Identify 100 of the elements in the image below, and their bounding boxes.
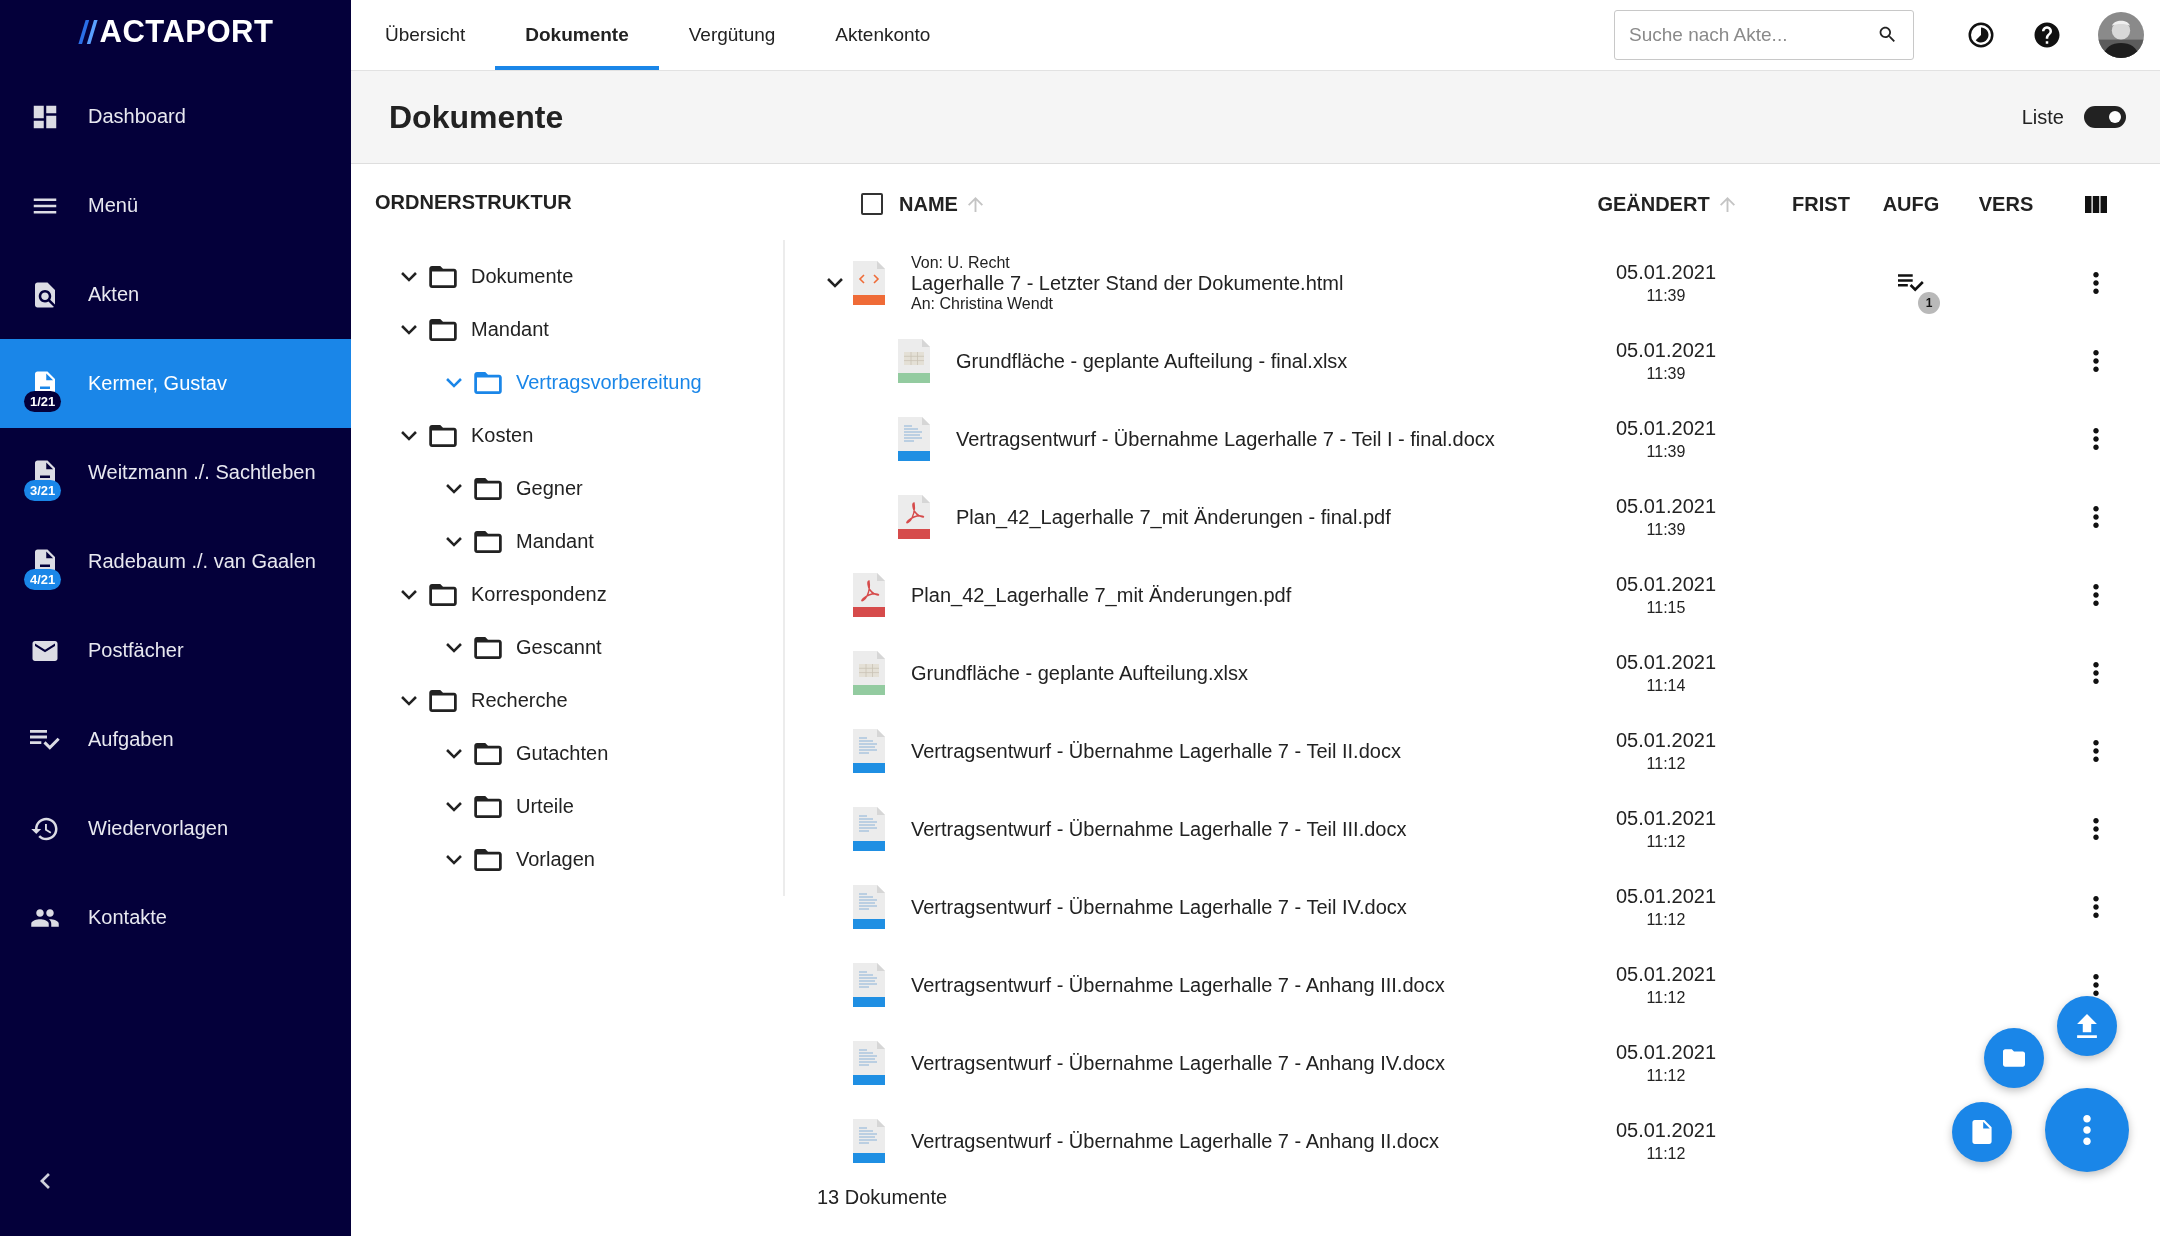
folder-icon (474, 742, 502, 765)
more-button[interactable] (2093, 272, 2099, 294)
file-name[interactable]: Vertragsentwurf - Übernahme Lagerhalle 7 - Teil IV.docx (911, 895, 1407, 919)
file-name[interactable]: Vertragsentwurf - Übernahme Lagerhalle 7 - Teil I - final.docx (956, 427, 1495, 451)
action-button[interactable] (2045, 1088, 2129, 1172)
file-name[interactable]: Grundfläche - geplante Aufteilung.xlsx (911, 661, 1248, 685)
section-heading: ORDNERSTRUKTUR (375, 189, 573, 215)
chevron-down-icon (401, 589, 417, 600)
file-name[interactable]: Vertragsentwurf - Übernahme Lagerhalle 7 - Teil II.docx (911, 739, 1401, 763)
sidebar-item[interactable]: Akten (0, 250, 351, 339)
folder-item[interactable]: Korrespondenz (395, 568, 783, 621)
folder-item[interactable]: Gutachten (395, 727, 783, 780)
sidebar-item[interactable]: Menü (0, 161, 351, 250)
file-name[interactable]: Vertragsentwurf - Übernahme Lagerhalle 7 - Anhang IV.docx (911, 1051, 1446, 1075)
more-button[interactable] (2093, 974, 2099, 996)
upload-icon (2076, 1014, 2098, 1038)
help-icon[interactable] (2032, 20, 2062, 50)
column-header[interactable]: FRIST (1792, 192, 1850, 216)
tab[interactable]: Aktenkonto (805, 0, 961, 70)
folder-item[interactable]: Kosten (395, 409, 783, 462)
time-text: 11:12 (1646, 1145, 1686, 1163)
tab[interactable]: Übersicht (355, 0, 496, 70)
column-header[interactable]: VERS (1978, 192, 2034, 216)
recipient-text: An: Christina Wendt (911, 294, 1053, 313)
more-vertical-icon (2093, 506, 2099, 528)
toggle-switch[interactable] (2084, 106, 2126, 128)
folder-item[interactable]: Vorlagen (395, 833, 783, 886)
file-name[interactable]: Vertragsentwurf - Übernahme Lagerhalle 7 - Teil III.docx (911, 817, 1407, 841)
more-vertical-icon (2093, 818, 2099, 840)
sidebar-item[interactable]: 4/21 Radebaum ./. van Gaalen (0, 517, 351, 606)
time-text: 11:39 (1646, 287, 1686, 305)
action-button[interactable] (2057, 996, 2117, 1056)
columns-icon[interactable] (2085, 195, 2107, 213)
sender-text: Von: U. Recht (911, 253, 1010, 272)
document-count: 13 Dokumente (817, 1185, 948, 1209)
action-button[interactable] (1952, 1102, 2012, 1162)
file-name[interactable]: Vertragsentwurf - Übernahme Lagerhalle 7 - Anhang III.docx (911, 973, 1445, 997)
time-text: 11:39 (1646, 365, 1686, 383)
more-button[interactable] (2093, 662, 2099, 684)
more-vertical-icon (2093, 272, 2099, 294)
more-button[interactable] (2093, 428, 2099, 450)
folder-item[interactable]: Gescannt (395, 621, 783, 674)
file-name[interactable]: Lagerhalle 7 - Letzter Stand der Dokumente.html (911, 271, 1344, 295)
folder-item[interactable]: Mandant (395, 515, 783, 568)
sidebar-item[interactable]: 1/21 Kermer, Gustav (0, 339, 351, 428)
folder-item[interactable]: Mandant (395, 303, 783, 356)
column-header[interactable]: GEÄNDERT (1597, 192, 1710, 216)
date-text: 05.01.2021 (1615, 495, 1717, 518)
column-header[interactable]: AUFG (1882, 192, 1940, 216)
more-button[interactable] (2093, 584, 2099, 606)
date-text: 05.01.2021 (1615, 807, 1717, 830)
folder-item[interactable]: Recherche (395, 674, 783, 727)
chevron-down-icon (446, 801, 462, 812)
date-text: 05.01.2021 (1615, 885, 1717, 908)
date-text: 05.01.2021 (1615, 1041, 1717, 1064)
folder-item[interactable]: Dokumente (395, 250, 783, 303)
sidebar-item[interactable]: 3/21 Weitzmann ./. Sachtleben (0, 428, 351, 517)
sidebar-item[interactable]: Kontakte (0, 873, 351, 962)
folder-item[interactable]: Vertragsvorbereitung (395, 356, 783, 409)
more-button[interactable] (2093, 740, 2099, 762)
folder-item[interactable]: Urteile (395, 780, 783, 833)
chevron-down-icon (401, 430, 417, 441)
more-vertical-icon (2093, 584, 2099, 606)
count-badge: 4/21 (24, 568, 62, 590)
more-vertical-icon (2093, 896, 2099, 918)
file-name[interactable]: Vertragsentwurf - Übernahme Lagerhalle 7 - Anhang II.docx (911, 1129, 1440, 1153)
file-name[interactable]: Grundfläche - geplante Aufteilung - final.xlsx (956, 349, 1348, 373)
date-text: 05.01.2021 (1615, 651, 1717, 674)
file-name[interactable]: Plan_42_Lagerhalle 7_mit Änderungen - final.pdf (956, 505, 1391, 529)
chevron-left-icon (40, 1173, 50, 1189)
checkbox[interactable] (861, 193, 883, 215)
folder-icon (474, 371, 502, 394)
logo-slashes-icon (77, 20, 98, 44)
sidebar-item[interactable]: Postfächer (0, 606, 351, 695)
folder-icon (474, 477, 502, 500)
sidebar-item[interactable]: Dashboard (0, 72, 351, 161)
search-field[interactable]: Suche nach Akte... (1614, 10, 1914, 60)
expand-button[interactable] (827, 278, 843, 288)
checklist-icon[interactable] (1898, 274, 1924, 292)
chevron-down-icon (446, 377, 462, 388)
chevron-down-icon (446, 536, 462, 547)
column-header[interactable]: NAME (899, 192, 958, 216)
chevron-down-icon (446, 483, 462, 494)
sidebar-item[interactable]: Aufgaben (0, 695, 351, 784)
folder-icon (2003, 1046, 2025, 1070)
folder-icon (474, 848, 502, 871)
file-name[interactable]: Plan_42_Lagerhalle 7_mit Änderungen.pdf (911, 583, 1292, 607)
action-button[interactable] (1984, 1028, 2044, 1088)
chevron-down-icon (401, 695, 417, 706)
chevron-down-icon (401, 324, 417, 335)
timer-icon[interactable] (1966, 20, 1996, 50)
more-button[interactable] (2093, 506, 2099, 528)
more-button[interactable] (2093, 818, 2099, 840)
folder-item[interactable]: Gegner (395, 462, 783, 515)
more-button[interactable] (2093, 896, 2099, 918)
more-button[interactable] (2093, 350, 2099, 372)
chevron-down-icon (446, 854, 462, 865)
tab[interactable]: Vergütung (658, 0, 806, 70)
sidebar-item[interactable]: Wiedervorlagen (0, 784, 351, 873)
time-text: 11:12 (1646, 755, 1686, 773)
